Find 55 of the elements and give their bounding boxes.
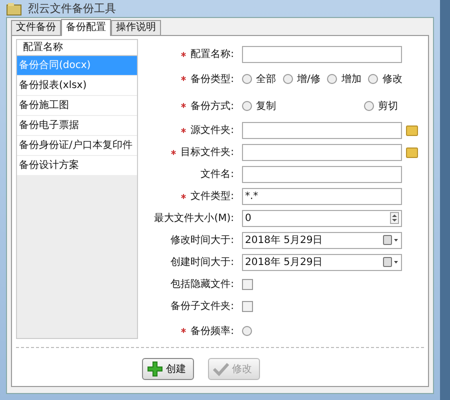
checkbox[interactable]	[242, 278, 253, 290]
radio-button[interactable]	[327, 74, 338, 84]
radio-button[interactable]	[242, 74, 252, 84]
radio-label: 复制	[256, 100, 276, 112]
text-field[interactable]	[242, 46, 402, 62]
field-label: 备份方式:	[190, 100, 234, 112]
folder-icon[interactable]	[406, 146, 418, 158]
text-field[interactable]	[242, 122, 402, 138]
checkbox[interactable]	[242, 300, 253, 312]
list-item[interactable]: 备份电子票据	[17, 116, 137, 136]
radio-button[interactable]	[283, 74, 293, 84]
field-label: 创建时间大于:	[170, 257, 234, 268]
radio-button[interactable]	[242, 100, 252, 110]
field-label: 备份类型:	[190, 74, 234, 84]
field-label: 源文件夹:	[190, 125, 234, 136]
tab[interactable]: 备份配置	[61, 19, 111, 36]
text-field[interactable]	[242, 144, 402, 160]
field-label: 备份子文件夹:	[170, 301, 234, 312]
field-label: 配置名称:	[190, 49, 234, 60]
list-item[interactable]: 备份报表(xlsx)	[17, 76, 137, 96]
radio-button[interactable]	[368, 74, 378, 84]
field-label: 文件名:	[200, 169, 234, 180]
number-field[interactable]: 0	[242, 210, 402, 226]
field-label: 包括隐藏文件:	[170, 279, 234, 290]
radio-label: 全部	[256, 72, 276, 86]
field-label: 目标文件夹:	[180, 147, 234, 158]
plus-icon	[147, 361, 163, 377]
field-label: 备份频率:	[190, 326, 234, 336]
list-item[interactable]: 备份施工图	[17, 96, 137, 116]
field-label: 文件类型:	[190, 191, 234, 202]
column-header: 配置名称	[17, 40, 137, 56]
tab[interactable]: 操作说明	[111, 20, 161, 35]
text-field[interactable]: *.*	[242, 188, 402, 204]
radio-label: 修改	[382, 72, 402, 86]
field-label: 最大文件大小(M):	[154, 213, 234, 224]
radio-label: 增加	[341, 72, 362, 86]
field-label: 修改时间大于:	[170, 235, 234, 246]
date-field[interactable]: 2018年 5月29日	[242, 232, 402, 248]
radio-label: 剪切	[378, 100, 398, 112]
radio-label: 增/修	[297, 72, 320, 86]
calendar-dropdown-icon[interactable]	[383, 257, 399, 267]
radio-button[interactable]	[242, 326, 252, 336]
list-item[interactable]: 备份身份证/户口本复印件	[17, 136, 137, 156]
folder-icon[interactable]	[406, 124, 418, 136]
checkmark-icon	[213, 362, 229, 376]
window-title: 烈云文件备份工具	[28, 1, 116, 16]
tab[interactable]: 文件备份	[11, 20, 61, 35]
radio-button[interactable]	[364, 100, 374, 110]
app-icon	[6, 2, 22, 16]
text-field[interactable]	[242, 166, 402, 182]
spinner-icon[interactable]	[390, 212, 399, 224]
create-button[interactable]: 创建	[142, 358, 194, 380]
date-field[interactable]: 2018年 5月29日	[242, 254, 402, 270]
list-item[interactable]: 备份设计方案	[17, 156, 137, 176]
calendar-dropdown-icon[interactable]	[383, 235, 399, 245]
